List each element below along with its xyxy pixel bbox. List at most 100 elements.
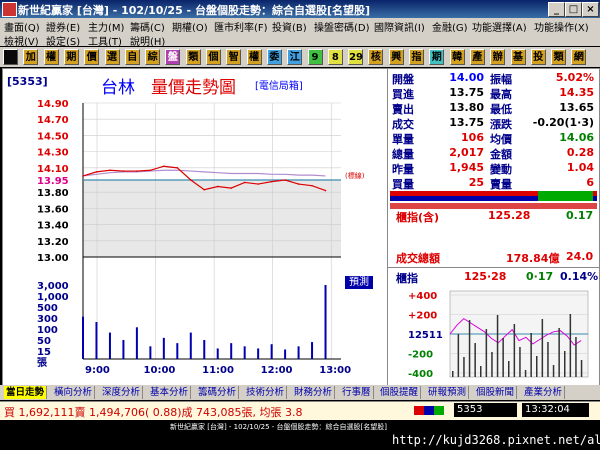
quote-label2-7: 賣量: [490, 178, 512, 191]
price-tick-label: 14.30: [37, 148, 69, 159]
toolbar-button-19[interactable]: 興: [388, 49, 404, 65]
toolbar-button-20[interactable]: 指: [409, 49, 424, 65]
price-tick-label: 13.80: [37, 188, 69, 199]
volume-bar: [149, 346, 152, 359]
toolbar-button-0[interactable]: [3, 49, 18, 65]
tab-0[interactable]: 當日走勢: [4, 386, 48, 399]
tab-4[interactable]: 籌碼分析: [196, 386, 240, 399]
price-point: [270, 180, 273, 183]
time-tick-label: 9:00: [85, 365, 110, 376]
price-point: [297, 183, 300, 185]
volume-bar: [297, 346, 300, 359]
tab-9[interactable]: 研報預測: [426, 386, 470, 399]
price-point: [257, 183, 259, 185]
toolbar: 加權期價選自綜盤類個智權委江 9 8 29 核興指期韓產辦基投類網: [0, 47, 600, 67]
estimate-button[interactable]: 預測: [345, 276, 373, 289]
mini-volume-bar: [452, 371, 454, 377]
toolbar-button-2[interactable]: 權: [43, 49, 59, 65]
toolbar-button-13[interactable]: 委: [266, 49, 282, 65]
toolbar-button-17[interactable]: 29: [348, 49, 364, 65]
volume-tick-label: 張: [37, 357, 48, 369]
volume-bar: [230, 343, 233, 359]
menu2-item-0[interactable]: 檢視(V): [4, 33, 39, 48]
tab-8[interactable]: 個股提醒: [378, 386, 422, 399]
maximize-button[interactable]: □: [565, 2, 582, 17]
toolbar-button-9[interactable]: 類: [185, 49, 201, 65]
volume-bar: [95, 322, 98, 359]
price-point: [122, 170, 125, 172]
tab-10[interactable]: 個股新聞: [474, 386, 518, 399]
menu2-item-2[interactable]: 工具(T): [88, 33, 122, 48]
index-mini-chart: +400 +200 12511 -200 -400: [408, 290, 589, 380]
minimize-button[interactable]: _: [548, 2, 565, 17]
turnover-label: 成交總額: [396, 252, 440, 265]
quote-value2-6: 1.04: [566, 161, 594, 174]
quote-label2-4: 均價: [490, 133, 512, 146]
menu2-item-1[interactable]: 設定(S): [46, 33, 80, 48]
toolbar-button-5[interactable]: 選: [104, 49, 120, 65]
quote-value-1: 13.75: [449, 86, 484, 99]
tab-1[interactable]: 橫向分析: [52, 386, 96, 399]
mini-volume-bar: [463, 357, 465, 377]
quote-value-2: 13.80: [449, 101, 484, 114]
toolbar-button-21[interactable]: 期: [429, 49, 445, 65]
menu2-item-3[interactable]: 說明(H): [130, 33, 165, 48]
toolbar-button-22[interactable]: 韓: [449, 49, 465, 65]
mini-volume-bar: [457, 334, 460, 377]
menu-bar-secondary: 檢視(V) 設定(S) 工具(T) 說明(H): [0, 32, 600, 48]
toolbar-button-12[interactable]: 權: [246, 49, 262, 65]
quote-value-7: 25: [468, 176, 484, 189]
toolbar-button-1[interactable]: 加: [23, 49, 39, 65]
quote-value2-5: 0.28: [566, 146, 594, 159]
tab-7[interactable]: 行事曆: [340, 386, 374, 399]
volume-bar: [203, 339, 206, 359]
toolbar-button-11[interactable]: 智: [226, 49, 242, 65]
tab-3[interactable]: 基本分析: [148, 386, 192, 399]
quote-value-3: 13.75: [449, 116, 484, 129]
quote-table: 開盤 14.00 振幅 5.02% 買進 13.75 最高 14.35 賣出 13.80 最低 13.…: [388, 69, 599, 191]
toolbar-button-16[interactable]: 8: [327, 49, 343, 65]
quote-label-3: 成交: [392, 118, 414, 131]
toolbar-button-15[interactable]: 9: [307, 49, 323, 65]
price-tick-label: 13.20: [37, 237, 69, 248]
toolbar-button-4[interactable]: 價: [84, 49, 100, 65]
toolbar-button-25[interactable]: 基: [510, 49, 526, 65]
price-point: [324, 189, 327, 192]
toolbar-button-8[interactable]: 盤: [165, 49, 181, 65]
close-button[interactable]: ×: [582, 2, 599, 17]
toolbar-button-6[interactable]: 自: [124, 49, 140, 65]
volume-bar: [162, 337, 165, 359]
price-tick-label: 14.10: [37, 164, 69, 175]
mini-volume-bar: [508, 361, 510, 377]
mini-volume-bar: [536, 356, 538, 377]
toolbar-button-3[interactable]: 期: [63, 49, 79, 65]
toolbar-button-7[interactable]: 綜: [145, 49, 161, 65]
tab-11[interactable]: 產業分析: [522, 386, 566, 399]
toolbar-button-18[interactable]: 核: [368, 49, 384, 65]
quote-value2-3: -0.20(1·3): [532, 116, 594, 129]
quote-label2-3: 漲跌: [490, 118, 512, 131]
toolbar-button-10[interactable]: 個: [206, 49, 221, 65]
mini-volume-bar: [496, 315, 499, 377]
quote-label-1: 買進: [392, 88, 414, 101]
tab-6[interactable]: 財務分析: [292, 386, 336, 399]
price-tick-label: 14.90: [37, 99, 69, 110]
price-point: [284, 179, 286, 181]
tab-5[interactable]: 技術分析: [244, 386, 288, 399]
toolbar-button-28[interactable]: 網: [571, 49, 587, 65]
tab-2[interactable]: 深度分析: [100, 386, 144, 399]
toolbar-button-26[interactable]: 投: [530, 49, 546, 65]
quote-value2-2: 13.65: [559, 101, 594, 114]
toolbar-button-24[interactable]: 辦: [490, 49, 506, 65]
price-point: [216, 185, 219, 188]
footer-url: http://kujd3268.pixnet.net/album: [392, 433, 600, 447]
toolbar-button-23[interactable]: 產: [469, 49, 485, 65]
toolbar-button-27[interactable]: 類: [551, 49, 567, 65]
volume-bar: [108, 332, 111, 359]
toolbar-button-14[interactable]: 江: [287, 49, 303, 65]
mini-volume-bar: [558, 328, 560, 377]
status-time: 13:32:04: [522, 403, 589, 417]
status-code-box[interactable]: 5353: [454, 403, 517, 417]
price-point: [230, 187, 233, 189]
index-change: 0.17: [566, 209, 594, 222]
